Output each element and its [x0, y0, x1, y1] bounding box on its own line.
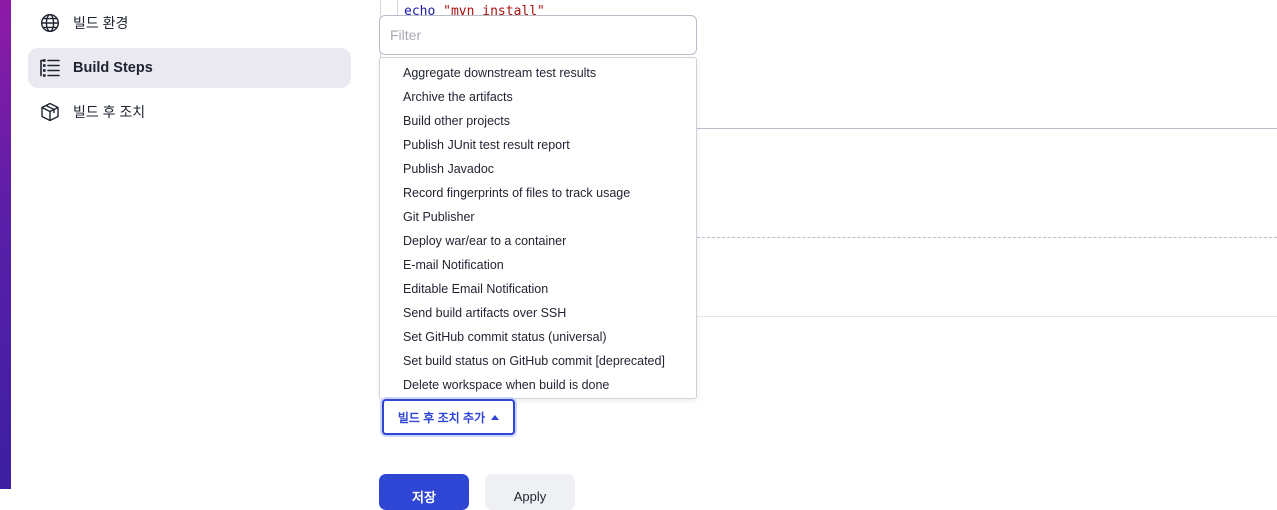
filter-input[interactable] — [379, 15, 697, 55]
sidebar-item-post-build-actions[interactable]: 빌드 후 조치 — [28, 92, 351, 132]
add-post-build-action-button[interactable]: 빌드 후 조치 추가 — [382, 399, 515, 435]
dropdown-item-publish-junit[interactable]: Publish JUnit test result report — [403, 136, 570, 154]
section-divider — [697, 316, 1277, 317]
dropdown-item-send-artifacts-ssh[interactable]: Send build artifacts over SSH — [403, 304, 566, 322]
add-post-build-action-label: 빌드 후 조치 추가 — [397, 410, 486, 425]
dropdown-item-git-publisher[interactable]: Git Publisher — [403, 208, 475, 226]
dropdown-item-record-fingerprints[interactable]: Record fingerprints of files to track us… — [403, 184, 630, 202]
globe-icon — [39, 12, 61, 34]
sidebar-item-build-steps[interactable]: Build Steps — [28, 48, 351, 88]
dropdown-item-editable-email[interactable]: Editable Email Notification — [403, 280, 548, 298]
dropdown-item-aggregate-test-results[interactable]: Aggregate downstream test results — [403, 64, 596, 82]
sidebar-item-label: 빌드 후 조치 — [73, 104, 146, 120]
dropdown-item-build-other-projects[interactable]: Build other projects — [403, 112, 510, 130]
dropdown-item-email-notification[interactable]: E-mail Notification — [403, 256, 504, 274]
package-icon — [39, 101, 61, 123]
sidebar-item-label: Build Steps — [73, 60, 153, 76]
caret-up-icon — [491, 414, 500, 420]
list-icon — [39, 57, 61, 79]
dropdown-item-publish-javadoc[interactable]: Publish Javadoc — [403, 160, 494, 178]
post-build-action-dropdown: Aggregate downstream test results Archiv… — [379, 57, 697, 399]
section-divider-dashed — [697, 237, 1277, 238]
dropdown-item-github-commit-status[interactable]: Set GitHub commit status (universal) — [403, 328, 607, 346]
window-edge-gradient — [0, 0, 11, 489]
sidebar-item-build-environment[interactable]: 빌드 환경 — [28, 3, 351, 43]
sidebar-item-label: 빌드 환경 — [73, 15, 129, 31]
dropdown-item-deploy-war-ear[interactable]: Deploy war/ear to a container — [403, 232, 566, 250]
save-button[interactable]: 저장 — [379, 474, 469, 510]
dropdown-item-archive-artifacts[interactable]: Archive the artifacts — [403, 88, 513, 106]
dropdown-item-github-build-status-deprecated[interactable]: Set build status on GitHub commit [depre… — [403, 352, 665, 370]
apply-button[interactable]: Apply — [485, 474, 575, 510]
dropdown-item-delete-workspace[interactable]: Delete workspace when build is done — [403, 376, 609, 394]
